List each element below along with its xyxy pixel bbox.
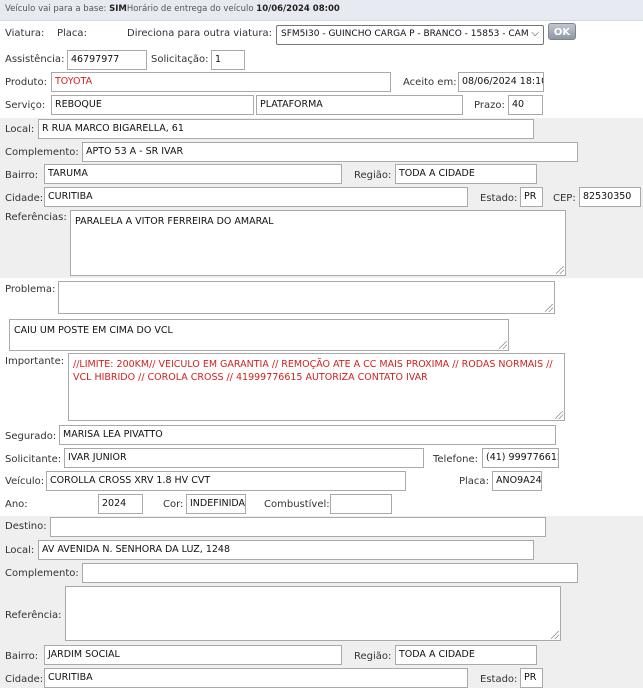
importante-text: //LIMITE: 200KM// VEICULO EM GARANTIA //… — [73, 359, 553, 383]
servico-tipo-input[interactable]: PLATAFORMA — [256, 95, 463, 115]
solicitante-label: Solicitante: — [5, 454, 62, 465]
destino-cidade-label: Cidade: — [5, 674, 44, 685]
referencias-textarea[interactable]: PARALELA A VITOR FERREIRA DO AMARAL — [70, 210, 566, 276]
solicitante-input[interactable]: IVAR JUNIOR — [64, 448, 424, 468]
destino-estado-input[interactable]: PR — [520, 668, 543, 688]
destino-input[interactable] — [50, 517, 546, 537]
regiao-label: Região: — [354, 170, 392, 181]
regiao-input[interactable]: TODA A CIDADE — [395, 164, 537, 184]
cidade-input[interactable]: CURITIBA — [44, 187, 468, 207]
veiculo-input[interactable]: COROLLA CROSS XRV 1.8 HV CVT — [46, 471, 406, 491]
problema-descricao-text: CAIU UM POSTE EM CIMA DO VCL — [14, 325, 173, 336]
problema-textarea[interactable] — [58, 281, 555, 314]
destino-cidade-input[interactable]: CURITIBA — [44, 668, 468, 688]
viatura-select[interactable]: SFM5I30 - GUINCHO CARGA P - BRANCO - 158… — [276, 25, 544, 45]
placa-veiculo-label: Placa: — [459, 476, 489, 487]
combustivel-input[interactable] — [330, 494, 392, 514]
destino-label: Destino: — [5, 521, 47, 532]
referencias-text: PARALELA A VITOR FERREIRA DO AMARAL — [75, 216, 274, 227]
prazo-input[interactable]: 40 — [508, 95, 543, 115]
cep-label: CEP: — [553, 193, 576, 204]
combustivel-label: Combustível: — [264, 499, 330, 510]
assistencia-input[interactable]: 46797977 — [67, 50, 147, 70]
problema-label: Problema: — [5, 284, 56, 295]
bairro-input[interactable]: TARUMA — [44, 164, 342, 184]
destino-regiao-label: Região: — [354, 651, 392, 662]
header-bar: Veículo vai para a base: SIMHorário de e… — [0, 0, 643, 21]
importante-label: Importante: — [5, 356, 65, 367]
veiculo-label: Veículo: — [5, 476, 45, 487]
entrega-value: 10/06/2024 08:00 — [256, 4, 340, 14]
cep-input[interactable]: 82530350 — [579, 187, 641, 207]
cidade-label: Cidade: — [5, 193, 44, 204]
base-label: Veículo vai para a base: — [5, 4, 107, 14]
cor-input[interactable]: INDEFINIDA — [186, 494, 246, 514]
placa-label: Placa: — [57, 28, 87, 39]
destino-bairro-input[interactable]: JARDIM SOCIAL — [44, 645, 342, 665]
telefone-input[interactable]: (41) 999776615 — [482, 448, 559, 468]
destino-complemento-input[interactable] — [82, 563, 578, 583]
aceito-input[interactable]: 08/06/2024 18:10 — [458, 72, 544, 92]
ano-label: Ano: — [5, 499, 28, 510]
complemento-input[interactable]: APTO 53 A - SR IVAR — [82, 142, 578, 162]
destino-local-label: Local: — [5, 545, 35, 556]
ano-input[interactable]: 2024 — [98, 494, 143, 514]
cor-label: Cor: — [163, 499, 184, 510]
segurado-label: Segurado: — [5, 431, 57, 442]
produto-label: Produto: — [5, 77, 47, 88]
header-text: Veículo vai para a base: SIMHorário de e… — [5, 4, 340, 14]
prazo-label: Prazo: — [474, 100, 505, 111]
destino-referencia-textarea[interactable] — [65, 586, 561, 641]
resize-grip-icon[interactable] — [545, 304, 553, 312]
assistencia-label: Assistência: — [5, 54, 65, 65]
bairro-label: Bairro: — [5, 170, 39, 181]
produto-input[interactable]: TOYOTA — [51, 72, 391, 92]
destino-local-input[interactable]: AV AVENIDA N. SENHORA DA LUZ, 1248 — [38, 540, 534, 560]
entrega-label: Horário de entrega do veículo — [126, 4, 254, 14]
viatura-select-value: SFM5I30 - GUINCHO CARGA P - BRANCO - 158… — [281, 29, 529, 39]
destino-bairro-label: Bairro: — [5, 651, 39, 662]
viatura-label: Viatura: — [5, 28, 45, 39]
resize-grip-icon[interactable] — [551, 631, 559, 639]
destino-referencia-label: Referência: — [5, 610, 62, 621]
importante-textarea[interactable]: //LIMITE: 200KM// VEICULO EM GARANTIA //… — [68, 353, 565, 421]
base-value: SIM — [109, 4, 127, 14]
servico-input[interactable]: REBOQUE — [51, 95, 254, 115]
complemento-label: Complemento: — [5, 147, 79, 158]
placa-veiculo-input[interactable]: ANO9A24 — [492, 471, 542, 491]
solicitacao-label: Solicitação: — [151, 54, 209, 65]
local-input[interactable]: R RUA MARCO BIGARELLA, 61 — [38, 119, 534, 139]
segurado-input[interactable]: MARISA LEA PIVATTO — [59, 425, 556, 445]
direciona-label: Direciona para outra viatura: — [127, 28, 272, 39]
local-label: Local: — [5, 124, 35, 135]
chevron-down-icon: ⌵ — [531, 28, 539, 39]
destino-regiao-input[interactable]: TODA A CIDADE — [395, 645, 537, 665]
resize-grip-icon[interactable] — [555, 411, 563, 419]
telefone-label: Telefone: — [433, 454, 478, 465]
estado-input[interactable]: PR — [520, 187, 543, 207]
resize-grip-icon[interactable] — [499, 341, 507, 349]
destino-estado-label: Estado: — [480, 674, 518, 685]
servico-label: Serviço: — [5, 100, 46, 111]
aceito-label: Aceito em: — [403, 77, 457, 88]
referencias-label: Referências: — [5, 212, 67, 223]
ok-button[interactable]: OK — [548, 23, 576, 40]
destino-complemento-label: Complemento: — [5, 568, 79, 579]
resize-grip-icon[interactable] — [556, 266, 564, 274]
problema-descricao-textarea[interactable]: CAIU UM POSTE EM CIMA DO VCL — [9, 319, 509, 351]
estado-label: Estado: — [480, 193, 518, 204]
solicitacao-input[interactable]: 1 — [211, 50, 245, 70]
